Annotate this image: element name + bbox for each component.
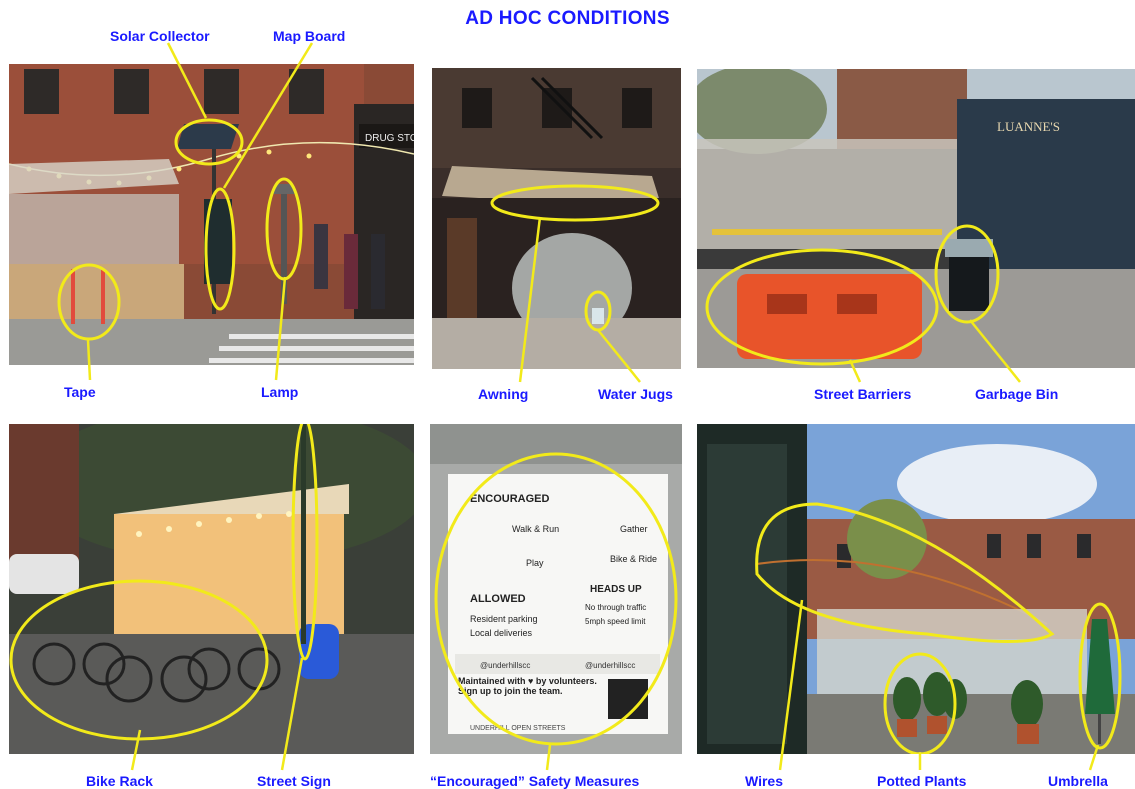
drug-store-sign: DRUG STORE	[365, 133, 414, 144]
photo-encouraged-sign: ENCOURAGED Walk & Run Gather Play Bike &…	[430, 424, 682, 754]
sign-encouraged: ENCOURAGED	[470, 493, 550, 505]
label-tape: Tape	[64, 384, 96, 400]
sign-gather: Gather	[620, 524, 648, 534]
label-lamp: Lamp	[261, 384, 299, 400]
sign-allowed: ALLOWED	[470, 593, 526, 605]
sign-maintained: Maintained with ♥ by volunteers. Sign up…	[458, 676, 597, 696]
sign-speed: 5mph speed limit	[585, 617, 646, 626]
sign-bike-ride: Bike & Ride	[610, 554, 657, 564]
label-potted-plants: Potted Plants	[877, 773, 967, 789]
sign-local-deliveries: Local deliveries	[470, 628, 533, 638]
photo-awning-bubble	[432, 68, 681, 369]
sign-handle-1: @underhillscc	[480, 661, 530, 670]
page-title: AD HOC CONDITIONS	[465, 8, 670, 29]
label-solar-collector: Solar Collector	[110, 28, 210, 44]
photo-bike-rack	[9, 424, 414, 754]
photo-barriers-bin: LUANNE'S	[697, 69, 1135, 368]
sign-walk-run: Walk & Run	[512, 524, 559, 534]
label-street-sign: Street Sign	[257, 773, 331, 789]
sign-footer: UNDERHILL OPEN STREETS	[470, 725, 566, 732]
label-garbage-bin: Garbage Bin	[975, 386, 1059, 402]
sign-resident-parking: Resident parking	[470, 614, 538, 624]
sign-handle-2: @underhillscc	[585, 661, 635, 670]
label-map-board: Map Board	[273, 28, 346, 44]
photo-wires-plants	[697, 424, 1135, 754]
label-umbrella: Umbrella	[1048, 773, 1108, 789]
photo-outdoor-dining-brick: DRUG STORE	[9, 64, 414, 365]
label-awning: Awning	[478, 386, 529, 402]
label-water-jugs: Water Jugs	[598, 386, 673, 402]
sign-play: Play	[526, 558, 544, 568]
luannes-sign: LUANNE'S	[997, 119, 1060, 134]
label-wires: Wires	[745, 773, 784, 789]
sign-heads-up: HEADS UP	[590, 584, 642, 595]
label-street-barriers: Street Barriers	[814, 386, 912, 402]
label-encouraged-safety: “Encouraged” Safety Measures	[430, 773, 640, 789]
sign-no-through: No through traffic	[585, 603, 646, 612]
label-bike-rack: Bike Rack	[86, 773, 153, 789]
